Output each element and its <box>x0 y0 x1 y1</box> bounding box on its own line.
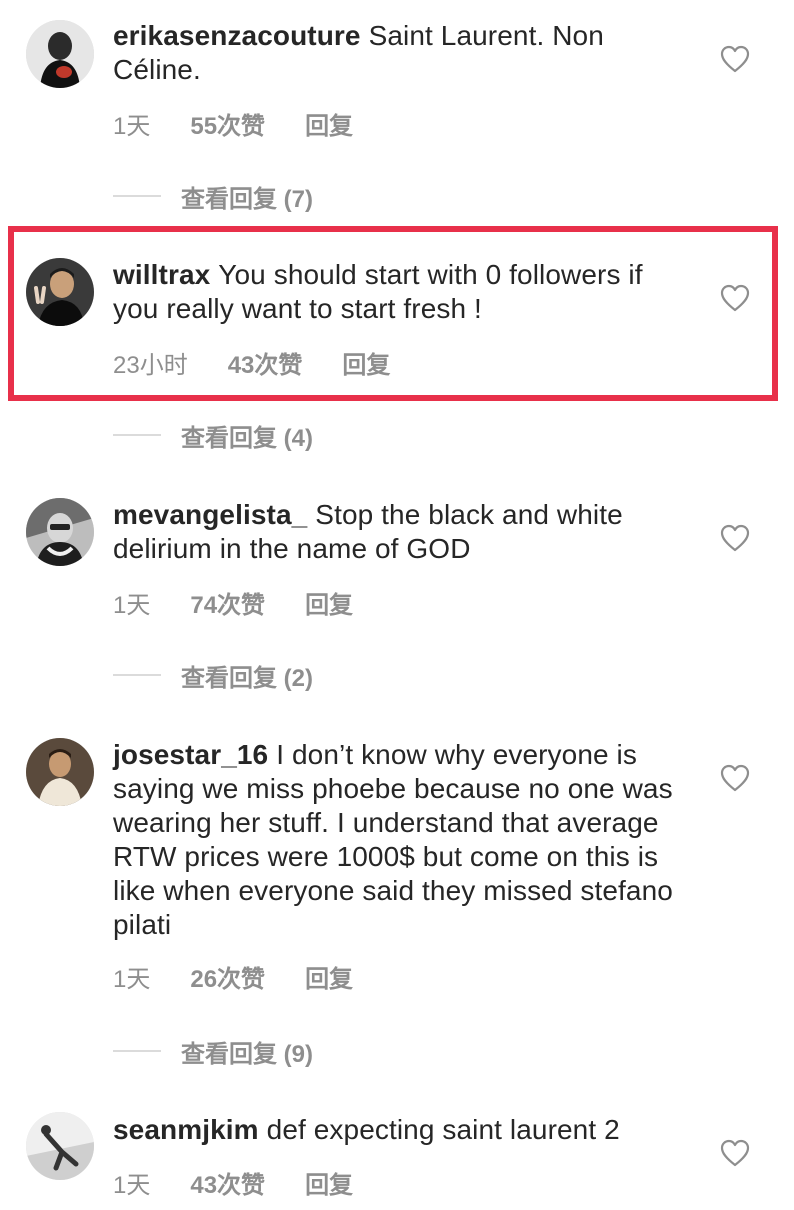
view-replies-label: 查看回复 (2) <box>181 664 313 692</box>
reply-button[interactable]: 回复 <box>342 352 390 379</box>
heart-outline-icon[interactable] <box>720 45 750 73</box>
username[interactable]: seanmjkim <box>113 1114 259 1145</box>
comment-body: def expecting saint laurent 2 <box>266 1114 620 1145</box>
comment-text: erikasenzacouture Saint Laurent. Non Céli… <box>113 19 693 87</box>
divider <box>113 195 161 197</box>
avatar[interactable] <box>26 20 94 88</box>
heart-outline-icon[interactable] <box>720 1139 750 1167</box>
avatar[interactable] <box>26 498 94 566</box>
comment-time: 23小时 <box>113 352 188 379</box>
comment-text: mevangelista_ Stop the black and white de… <box>113 498 693 566</box>
view-replies-button[interactable]: 查看回复 (7) <box>113 181 313 213</box>
comment-meta: 1天 26次赞 回复 <box>113 959 393 994</box>
reply-button[interactable]: 回复 <box>305 113 353 140</box>
heart-outline-icon[interactable] <box>720 764 750 792</box>
like-count[interactable]: 55次赞 <box>190 113 265 140</box>
view-replies-label: 查看回复 (4) <box>181 424 313 452</box>
comment-meta: 1天 55次赞 回复 <box>113 106 393 141</box>
comment-meta: 23小时 43次赞 回复 <box>113 345 430 380</box>
divider <box>113 674 161 676</box>
reply-button[interactable]: 回复 <box>305 966 353 993</box>
divider <box>113 1050 161 1052</box>
reply-button[interactable]: 回复 <box>305 592 353 619</box>
username[interactable]: erikasenzacouture <box>113 20 361 51</box>
reply-button[interactable]: 回复 <box>305 1172 353 1199</box>
avatar[interactable] <box>26 1112 94 1180</box>
like-count[interactable]: 43次赞 <box>190 1172 265 1199</box>
heart-outline-icon[interactable] <box>720 524 750 552</box>
divider <box>113 434 161 436</box>
comment-time: 1天 <box>113 966 151 993</box>
like-count[interactable]: 43次赞 <box>228 352 303 379</box>
comment-time: 1天 <box>113 113 151 140</box>
comment-time: 1天 <box>113 592 151 619</box>
heart-outline-icon[interactable] <box>720 284 750 312</box>
like-count[interactable]: 26次赞 <box>190 966 265 993</box>
avatar[interactable] <box>26 258 94 326</box>
comment-text: josestar_16 I don’t know why everyone is … <box>113 738 693 942</box>
like-count[interactable]: 74次赞 <box>190 592 265 619</box>
comment-meta: 1天 74次赞 回复 <box>113 585 393 620</box>
comment-text: seanmjkim def expecting saint laurent 2 <box>113 1113 693 1147</box>
view-replies-button[interactable]: 查看回复 (2) <box>113 660 313 692</box>
comment-time: 1天 <box>113 1172 151 1199</box>
username[interactable]: mevangelista_ <box>113 499 307 530</box>
comment-meta: 1天 43次赞 回复 <box>113 1165 393 1200</box>
avatar[interactable] <box>26 738 94 806</box>
view-replies-label: 查看回复 (7) <box>181 185 313 213</box>
username[interactable]: josestar_16 <box>113 739 268 770</box>
view-replies-label: 查看回复 (9) <box>181 1040 313 1068</box>
comment-text: willtrax You should start with 0 follower… <box>113 258 693 326</box>
username[interactable]: willtrax <box>113 259 210 290</box>
view-replies-button[interactable]: 查看回复 (9) <box>113 1036 313 1068</box>
view-replies-button[interactable]: 查看回复 (4) <box>113 420 313 452</box>
